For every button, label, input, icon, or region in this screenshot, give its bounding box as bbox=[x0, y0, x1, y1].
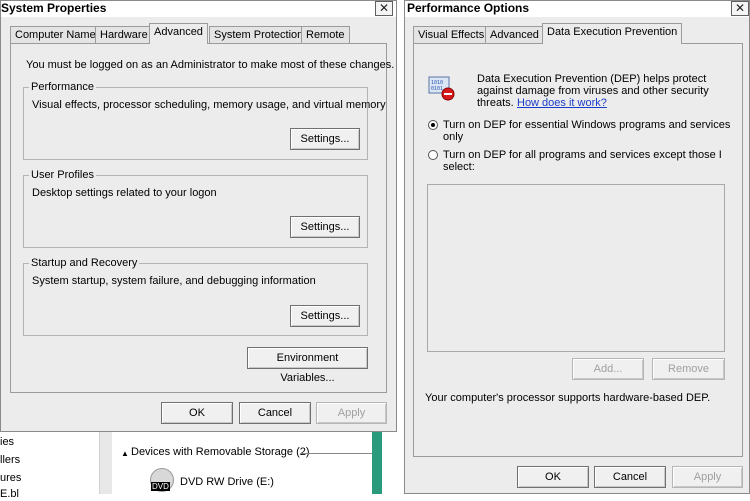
performance-description: Visual effects, processor scheduling, me… bbox=[32, 99, 386, 111]
tab-remote[interactable]: Remote bbox=[301, 26, 350, 44]
startup-recovery-settings-button[interactable]: Settings... bbox=[290, 305, 360, 327]
expand-triangle-icon[interactable]: ▲ bbox=[121, 447, 129, 460]
ok-button[interactable]: OK bbox=[161, 402, 233, 424]
close-icon[interactable]: ✕ bbox=[375, 1, 393, 16]
apply-button[interactable]: Apply bbox=[316, 402, 387, 424]
tab-system-protection[interactable]: System Protection bbox=[209, 26, 309, 44]
user-profiles-settings-button[interactable]: Settings... bbox=[290, 216, 360, 238]
advanced-tab-panel: You must be logged on as an Administrato… bbox=[10, 43, 394, 393]
explorer-left-pane: ies llers ures E.bl bbox=[0, 432, 100, 500]
startup-recovery-group: Startup and Recovery System startup, sys… bbox=[23, 257, 368, 336]
cancel-button[interactable]: Cancel bbox=[239, 402, 311, 424]
environment-variables-button[interactable]: Environment Variables... bbox=[247, 347, 368, 384]
dep-tab-panel: 1010 0101 Data Execution Prevention (DEP… bbox=[413, 43, 743, 457]
window-gap bbox=[397, 0, 404, 432]
explorer-left-fragment[interactable]: llers bbox=[0, 454, 20, 467]
dep-shield-icon: 1010 0101 bbox=[428, 75, 456, 101]
performance-options-title: Performance Options bbox=[407, 1, 530, 15]
system-properties-window: System Properties ✕ Computer Name Hardwa… bbox=[0, 0, 397, 432]
cancel-button[interactable]: Cancel bbox=[594, 466, 666, 488]
dep-all-programs-label-line-1[interactable]: Turn on DEP for all programs and service… bbox=[443, 149, 722, 162]
dep-all-programs-label-line-2[interactable]: select: bbox=[443, 161, 475, 174]
admin-notice: You must be logged on as an Administrato… bbox=[26, 59, 395, 71]
startup-recovery-group-title: Startup and Recovery bbox=[29, 257, 140, 269]
tab-advanced[interactable]: Advanced bbox=[149, 23, 208, 44]
add-button[interactable]: Add... bbox=[572, 358, 644, 380]
performance-group: Performance Visual effects, processor sc… bbox=[23, 81, 386, 160]
system-properties-titlebar[interactable]: System Properties ✕ bbox=[1, 1, 396, 17]
dvd-drive-icon: DVD bbox=[150, 468, 174, 492]
system-properties-title: System Properties bbox=[1, 1, 107, 15]
dvd-drive-label[interactable]: DVD RW Drive (E:) bbox=[180, 476, 274, 489]
tab-visual-effects[interactable]: Visual Effects bbox=[413, 26, 490, 44]
performance-options-titlebar[interactable]: Performance Options ✕ bbox=[405, 1, 749, 17]
dep-support-text: Your computer's processor supports hardw… bbox=[425, 392, 711, 404]
tab-advanced[interactable]: Advanced bbox=[485, 26, 544, 44]
user-profiles-description: Desktop settings related to your logon bbox=[32, 187, 217, 199]
scrollbar[interactable] bbox=[100, 432, 112, 494]
how-does-it-work-link[interactable]: How does it work? bbox=[517, 97, 607, 110]
performance-options-window: Performance Options ✕ Visual Effects Adv… bbox=[404, 0, 750, 494]
green-scrollbar-edge[interactable] bbox=[372, 432, 382, 494]
startup-recovery-description: System startup, system failure, and debu… bbox=[32, 275, 316, 287]
dep-exceptions-list[interactable] bbox=[427, 184, 725, 352]
svg-text:0101: 0101 bbox=[431, 86, 443, 92]
explorer-right-pane: ▲ Devices with Removable Storage (2) DVD… bbox=[112, 432, 372, 494]
close-icon[interactable]: ✕ bbox=[731, 1, 749, 16]
explorer-background: ies llers ures E.bl ▲ Devices with Remov… bbox=[0, 432, 404, 500]
dep-essential-radio[interactable] bbox=[428, 120, 438, 130]
tab-computer-name[interactable]: Computer Name bbox=[10, 26, 101, 44]
dvd-badge: DVD bbox=[151, 482, 170, 491]
dep-description-line-3: threats. bbox=[477, 97, 514, 109]
dep-essential-label-line-1[interactable]: Turn on DEP for essential Windows progra… bbox=[443, 119, 730, 132]
apply-button[interactable]: Apply bbox=[672, 466, 743, 488]
tab-hardware[interactable]: Hardware bbox=[95, 26, 153, 44]
dep-all-programs-radio[interactable] bbox=[428, 150, 438, 160]
user-profiles-group-title: User Profiles bbox=[29, 169, 96, 181]
user-profiles-group: User Profiles Desktop settings related t… bbox=[23, 169, 368, 248]
devices-section-header[interactable]: Devices with Removable Storage (2) bbox=[131, 446, 310, 459]
dep-essential-label-line-2[interactable]: only bbox=[443, 131, 463, 144]
explorer-left-fragment[interactable]: E.bl bbox=[0, 488, 19, 501]
remove-button[interactable]: Remove bbox=[652, 358, 725, 380]
ok-button[interactable]: OK bbox=[517, 466, 589, 488]
explorer-left-fragment[interactable]: ures bbox=[0, 472, 21, 485]
performance-settings-button[interactable]: Settings... bbox=[290, 128, 360, 150]
section-divider bbox=[300, 453, 372, 454]
tab-data-execution-prevention[interactable]: Data Execution Prevention bbox=[542, 23, 683, 44]
performance-group-title: Performance bbox=[29, 81, 96, 93]
explorer-left-fragment[interactable]: ies bbox=[0, 436, 14, 449]
